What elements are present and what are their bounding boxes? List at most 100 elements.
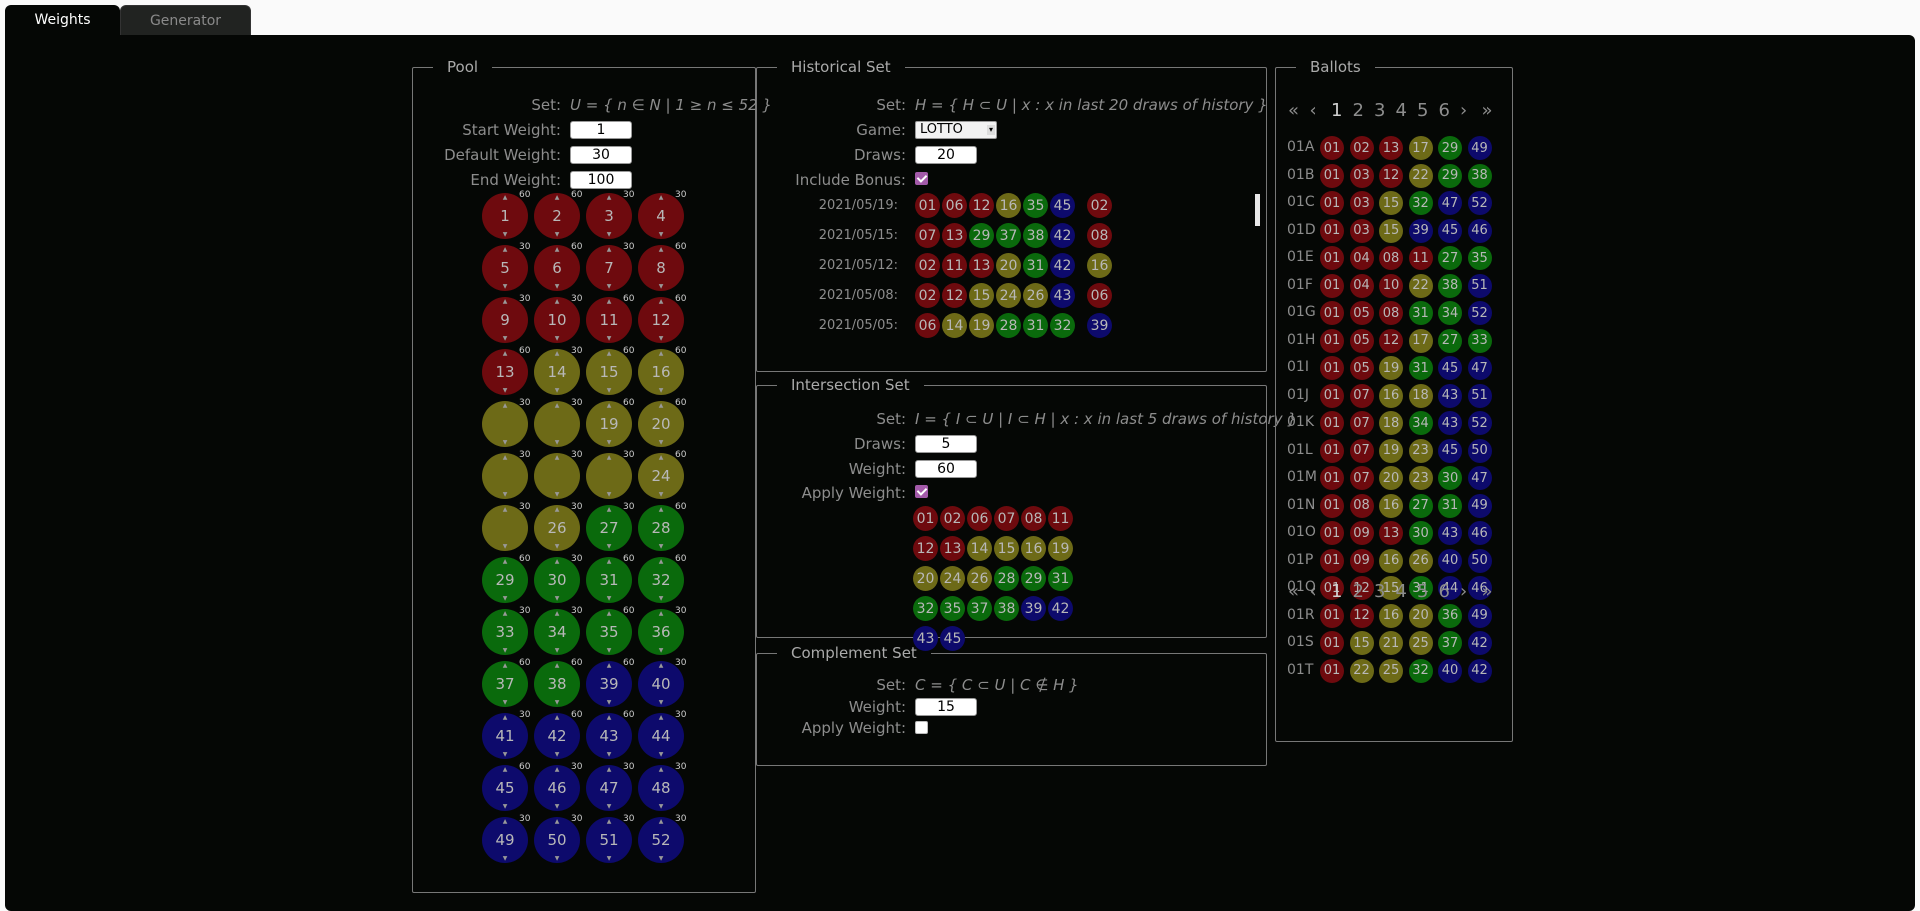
pager-item-3[interactable]: 2: [1353, 581, 1364, 602]
chevron-down-icon[interactable]: ▼: [607, 595, 612, 602]
chevron-down-icon[interactable]: ▼: [555, 699, 560, 706]
chevron-down-icon[interactable]: ▼: [659, 647, 664, 654]
chevron-down-icon[interactable]: ▼: [503, 751, 508, 758]
pager-item-1[interactable]: ‹: [1310, 581, 1317, 602]
pager-item-0[interactable]: «: [1288, 581, 1299, 602]
chevron-down-icon[interactable]: ▼: [555, 335, 560, 342]
pager-item-5[interactable]: 4: [1396, 581, 1407, 602]
chevron-down-icon[interactable]: ▼: [659, 283, 664, 290]
chevron-up-icon[interactable]: ▲: [659, 298, 664, 305]
chevron-up-icon[interactable]: ▲: [555, 766, 560, 773]
chevron-down-icon[interactable]: ▼: [555, 283, 560, 290]
chevron-down-icon[interactable]: ▼: [659, 439, 664, 446]
chevron-up-icon[interactable]: ▲: [659, 402, 664, 409]
pager-item-4[interactable]: 3: [1374, 100, 1385, 121]
pager-item-5[interactable]: 4: [1396, 100, 1407, 121]
chevron-up-icon[interactable]: ▲: [555, 454, 560, 461]
chevron-down-icon[interactable]: ▼: [659, 335, 664, 342]
chevron-up-icon[interactable]: ▲: [555, 246, 560, 253]
chevron-down-icon[interactable]: ▼: [555, 387, 560, 394]
historical-scrollbar[interactable]: [1255, 194, 1260, 226]
chevron-down-icon[interactable]: ▼: [659, 491, 664, 498]
chevron-down-icon[interactable]: ▼: [607, 387, 612, 394]
chevron-up-icon[interactable]: ▲: [503, 298, 508, 305]
chevron-down-icon[interactable]: ▼: [659, 855, 664, 862]
chevron-down-icon[interactable]: ▼: [659, 699, 664, 706]
pager-item-6[interactable]: 5: [1417, 100, 1428, 121]
chevron-up-icon[interactable]: ▲: [555, 558, 560, 565]
complement-apply-checkbox[interactable]: [915, 721, 928, 734]
tab-weights[interactable]: Weights: [5, 5, 120, 35]
chevron-down-icon[interactable]: ▼: [607, 439, 612, 446]
chevron-up-icon[interactable]: ▲: [607, 662, 612, 669]
chevron-down-icon[interactable]: ▼: [607, 231, 612, 238]
chevron-down-icon[interactable]: ▼: [607, 335, 612, 342]
intersection-weight-input[interactable]: 60: [915, 460, 977, 478]
game-select[interactable]: LOTTO ▾: [915, 121, 997, 139]
chevron-up-icon[interactable]: ▲: [503, 714, 508, 721]
pager-item-6[interactable]: 5: [1417, 581, 1428, 602]
chevron-up-icon[interactable]: ▲: [607, 714, 612, 721]
historical-draws-input[interactable]: 20: [915, 146, 977, 164]
chevron-down-icon[interactable]: ▼: [659, 595, 664, 602]
chevron-down-icon[interactable]: ▼: [503, 335, 508, 342]
chevron-down-icon[interactable]: ▼: [555, 803, 560, 810]
chevron-up-icon[interactable]: ▲: [555, 194, 560, 201]
chevron-up-icon[interactable]: ▲: [659, 662, 664, 669]
chevron-down-icon[interactable]: ▼: [607, 751, 612, 758]
chevron-down-icon[interactable]: ▼: [503, 647, 508, 654]
chevron-down-icon[interactable]: ▼: [503, 231, 508, 238]
chevron-down-icon[interactable]: ▼: [503, 439, 508, 446]
chevron-down-icon[interactable]: ▼: [659, 231, 664, 238]
chevron-down-icon[interactable]: ▼: [659, 543, 664, 550]
chevron-down-icon[interactable]: ▼: [607, 491, 612, 498]
chevron-up-icon[interactable]: ▲: [503, 402, 508, 409]
include-bonus-checkbox[interactable]: [915, 172, 928, 185]
chevron-up-icon[interactable]: ▲: [503, 558, 508, 565]
chevron-up-icon[interactable]: ▲: [503, 350, 508, 357]
chevron-down-icon[interactable]: ▼: [503, 595, 508, 602]
chevron-down-icon[interactable]: ▼: [555, 595, 560, 602]
chevron-up-icon[interactable]: ▲: [555, 714, 560, 721]
chevron-up-icon[interactable]: ▲: [659, 350, 664, 357]
chevron-down-icon[interactable]: ▼: [555, 231, 560, 238]
default-weight-input[interactable]: 30: [570, 146, 632, 164]
chevron-up-icon[interactable]: ▲: [607, 506, 612, 513]
chevron-up-icon[interactable]: ▲: [659, 610, 664, 617]
tab-generator[interactable]: Generator: [120, 5, 251, 35]
chevron-up-icon[interactable]: ▲: [659, 818, 664, 825]
chevron-up-icon[interactable]: ▲: [607, 402, 612, 409]
start-weight-input[interactable]: 1: [570, 121, 632, 139]
chevron-down-icon[interactable]: ▼: [607, 647, 612, 654]
chevron-down-icon[interactable]: ▼: [555, 855, 560, 862]
chevron-down-icon[interactable]: ▼: [503, 387, 508, 394]
pager-item-0[interactable]: «: [1288, 100, 1299, 121]
chevron-down-icon[interactable]: ▼: [659, 751, 664, 758]
chevron-down-icon[interactable]: ▼: [607, 855, 612, 862]
pager-item-7[interactable]: 6: [1439, 100, 1450, 121]
chevron-up-icon[interactable]: ▲: [659, 558, 664, 565]
pager-item-8[interactable]: ›: [1460, 581, 1467, 602]
chevron-up-icon[interactable]: ▲: [503, 506, 508, 513]
chevron-up-icon[interactable]: ▲: [607, 818, 612, 825]
chevron-down-icon[interactable]: ▼: [555, 543, 560, 550]
chevron-down-icon[interactable]: ▼: [555, 647, 560, 654]
chevron-up-icon[interactable]: ▲: [659, 766, 664, 773]
chevron-up-icon[interactable]: ▲: [503, 246, 508, 253]
chevron-up-icon[interactable]: ▲: [659, 194, 664, 201]
chevron-up-icon[interactable]: ▲: [659, 454, 664, 461]
chevron-up-icon[interactable]: ▲: [607, 610, 612, 617]
chevron-up-icon[interactable]: ▲: [555, 610, 560, 617]
complement-weight-input[interactable]: 15: [915, 698, 977, 716]
chevron-down-icon[interactable]: ▼: [503, 283, 508, 290]
chevron-up-icon[interactable]: ▲: [555, 298, 560, 305]
chevron-up-icon[interactable]: ▲: [503, 610, 508, 617]
chevron-up-icon[interactable]: ▲: [555, 506, 560, 513]
intersection-draws-input[interactable]: 5: [915, 435, 977, 453]
chevron-up-icon[interactable]: ▲: [555, 662, 560, 669]
chevron-down-icon[interactable]: ▼: [659, 387, 664, 394]
chevron-down-icon[interactable]: ▼: [503, 543, 508, 550]
pager-item-9[interactable]: »: [1482, 100, 1493, 121]
chevron-down-icon[interactable]: ▼: [607, 283, 612, 290]
chevron-up-icon[interactable]: ▲: [503, 818, 508, 825]
